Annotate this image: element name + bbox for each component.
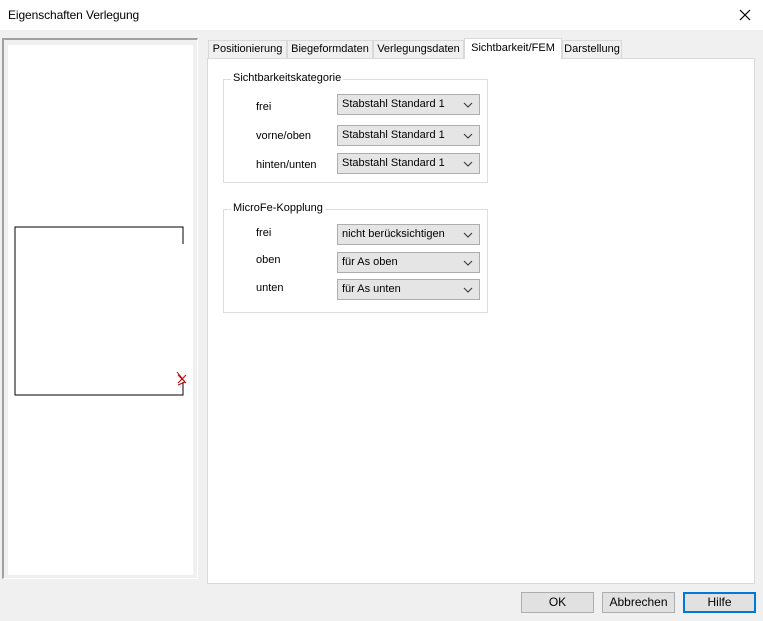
tab-label: Sichtbarkeit/FEM (471, 42, 555, 54)
tab-darstellung[interactable]: Darstellung (562, 40, 622, 58)
chevron-down-icon (463, 102, 473, 108)
chevron-down-icon (463, 260, 473, 266)
sichtbarkeit-hinten-unten-select[interactable]: Stabstahl Standard 1 (337, 153, 480, 174)
sichtbarkeitskategorie-group: Sichtbarkeitskategorie frei Stabstahl St… (223, 72, 488, 183)
close-icon (739, 9, 750, 21)
select-value: Stabstahl Standard 1 (342, 129, 445, 141)
chevron-down-icon (463, 232, 473, 238)
cancel-button[interactable]: Abbrechen (602, 592, 675, 613)
row-label: oben (256, 254, 281, 266)
row-label: hinten/unten (256, 159, 317, 171)
window-title: Eigenschaften Verlegung (8, 8, 140, 22)
chevron-down-icon (463, 133, 473, 139)
microfe-frei-select[interactable]: nicht berücksichtigen (337, 224, 480, 245)
select-value: für As unten (342, 283, 401, 295)
row-label: unten (256, 282, 284, 294)
bar-shape (14, 226, 184, 396)
microfe-oben-select[interactable]: für As oben (337, 252, 480, 273)
row-label: frei (256, 227, 272, 239)
select-value: Stabstahl Standard 1 (342, 98, 445, 110)
microfe-unten-select[interactable]: für As unten (337, 279, 480, 300)
tab-positionierung[interactable]: Positionierung (208, 40, 287, 58)
tab-biegeformdaten[interactable]: Biegeformdaten (287, 40, 373, 58)
preview-canvas[interactable] (8, 45, 193, 575)
help-button[interactable]: Hilfe (683, 592, 756, 613)
ok-button[interactable]: OK (521, 592, 594, 613)
tab-label: Verlegungsdaten (377, 43, 460, 55)
chevron-down-icon (463, 287, 473, 293)
tab-panel: Sichtbarkeitskategorie frei Stabstahl St… (207, 58, 755, 584)
tab-label: Darstellung (564, 43, 620, 55)
title-bar: Eigenschaften Verlegung (0, 0, 763, 30)
end-marker-icon (176, 371, 187, 386)
tab-label: Biegeformdaten (291, 43, 369, 55)
close-button[interactable] (726, 0, 763, 30)
bending-shape-preview (14, 226, 187, 396)
chevron-down-icon (463, 161, 473, 167)
microfe-kopplung-group: MicroFe-Kopplung frei nicht berücksichti… (223, 202, 488, 313)
group-title: MicroFe-Kopplung (231, 202, 325, 214)
select-value: nicht berücksichtigen (342, 228, 445, 240)
select-value: für As oben (342, 256, 398, 268)
tab-label: Positionierung (212, 43, 283, 55)
sichtbarkeit-frei-select[interactable]: Stabstahl Standard 1 (337, 94, 480, 115)
tab-verlegungsdaten[interactable]: Verlegungsdaten (373, 40, 464, 58)
select-value: Stabstahl Standard 1 (342, 157, 445, 169)
row-label: vorne/oben (256, 130, 312, 142)
sichtbarkeit-vorne-oben-select[interactable]: Stabstahl Standard 1 (337, 125, 480, 146)
group-title: Sichtbarkeitskategorie (231, 72, 344, 84)
row-label: frei (256, 101, 272, 113)
tab-sichtbarkeit-fem[interactable]: Sichtbarkeit/FEM (464, 38, 562, 59)
